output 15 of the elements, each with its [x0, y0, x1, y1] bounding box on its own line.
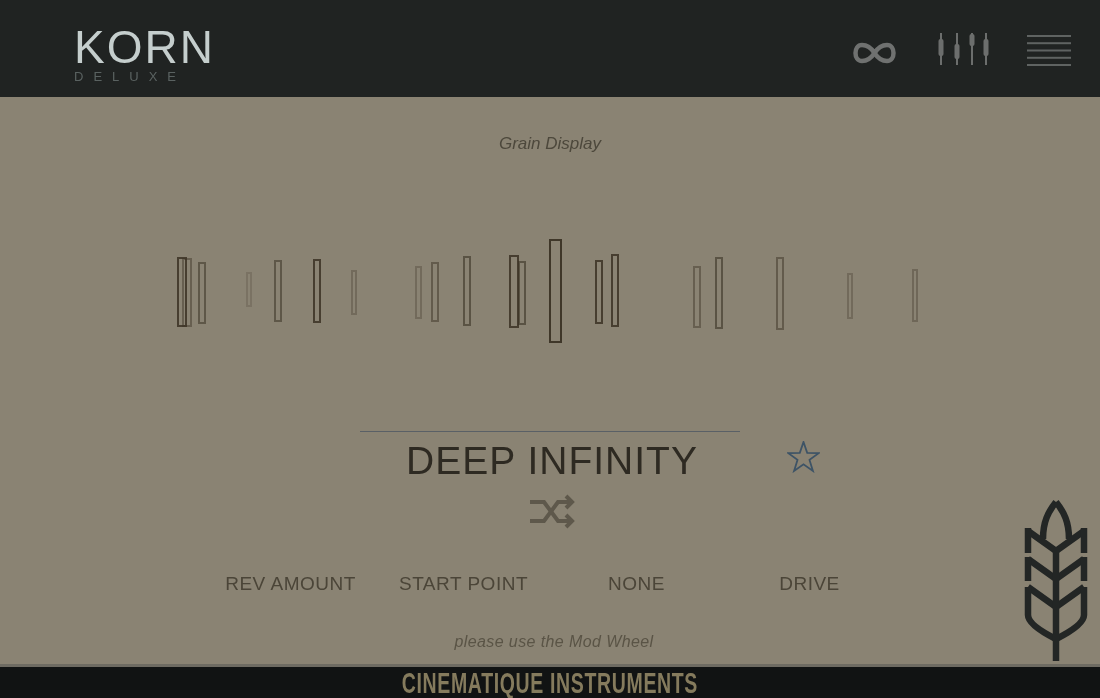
star-icon[interactable] — [787, 441, 820, 473]
logo-subtitle: DELUXE — [74, 70, 187, 84]
preset-name: DEEP INFINITY — [406, 441, 698, 481]
infinity-icon[interactable] — [853, 42, 896, 64]
shuffle-icon[interactable] — [530, 494, 576, 529]
wheat-icon — [1023, 497, 1089, 661]
sliders-icon[interactable] — [938, 32, 989, 65]
macro-label: DRIVE — [779, 573, 840, 595]
macro-label: REV AMOUNT — [225, 573, 356, 595]
footer-brand: CINEMATIQUE INSTRUMENTS — [401, 667, 699, 698]
menu-icon[interactable] — [1027, 35, 1071, 66]
macro-label: NONE — [608, 573, 665, 595]
display-title: Grain Display — [498, 134, 601, 154]
macro-label: START POINT — [399, 573, 528, 595]
logo-title: KORN — [74, 24, 215, 70]
